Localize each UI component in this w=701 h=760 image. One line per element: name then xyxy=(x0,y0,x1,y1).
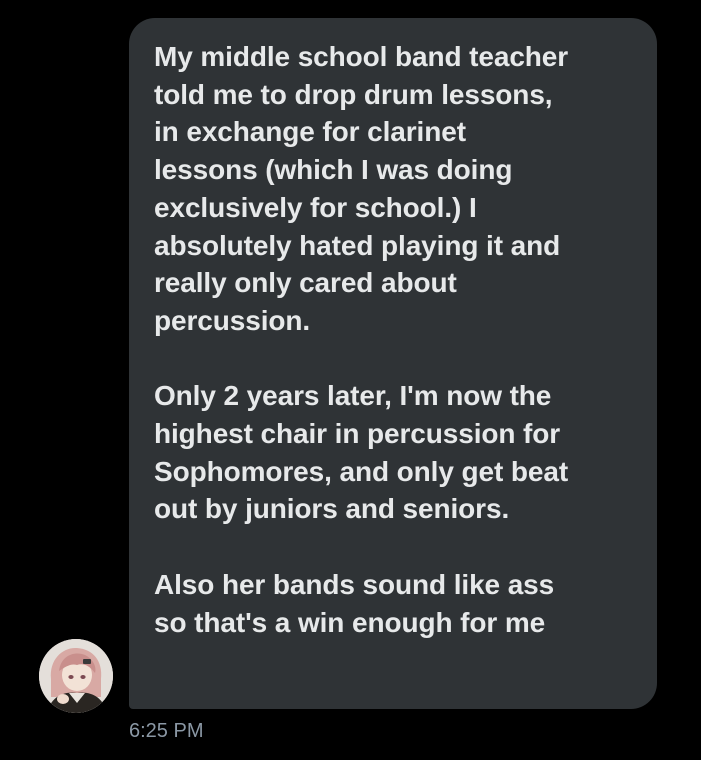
sender-avatar[interactable] xyxy=(39,639,113,713)
message-line: Also her bands sound like ass xyxy=(154,568,555,600)
message-line: Only 2 years later, I'm now the xyxy=(154,380,552,412)
message-timestamp: 6:25 PM xyxy=(129,720,204,742)
message-line: My middle school band teacher xyxy=(154,41,569,72)
message-line: told me to drop drum lessons, xyxy=(154,78,553,110)
message-paragraph: Only 2 years later, I'm now the highest … xyxy=(154,377,633,528)
message-line: really only cared about xyxy=(154,267,457,299)
message-line: in exchange for clarinet xyxy=(154,116,466,148)
message-line: exclusively for school.) I xyxy=(154,191,477,223)
message-line: so that's a win enough for me xyxy=(154,606,546,638)
message-paragraph: My middle school band teacher told me to… xyxy=(154,38,633,340)
message-line: highest chair in percussion for xyxy=(154,418,561,450)
message-line: Sophomores, and only get beat xyxy=(154,455,569,487)
message-line: lessons (which I was doing xyxy=(154,154,513,186)
message-bubble[interactable]: My middle school band teacher told me to… xyxy=(129,18,657,709)
message-line: absolutely hated playing it and xyxy=(154,229,561,261)
message-line: out by juniors and seniors. xyxy=(154,493,510,525)
message-paragraph: Also her bands sound like ass so that's … xyxy=(154,566,633,641)
user-avatar-icon xyxy=(39,639,113,713)
message-line: percussion. xyxy=(154,304,311,336)
